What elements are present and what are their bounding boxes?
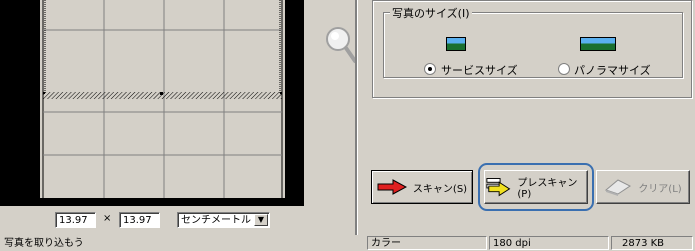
status-color-mode: カラー <box>367 236 487 250</box>
unit-select-value: センチメートル <box>181 215 251 226</box>
service-size-thumb-icon <box>446 37 466 51</box>
magnifier-icon[interactable] <box>323 24 357 64</box>
prescan-button[interactable]: プレスキャン(P) <box>484 170 588 204</box>
radio-service-size-label[interactable]: サービスサイズ <box>441 62 518 78</box>
panorama-size-thumb-icon <box>580 37 616 51</box>
preview-grid <box>40 0 285 198</box>
splitter <box>355 0 358 235</box>
status-resolution: 180 dpi <box>489 236 609 250</box>
width-field[interactable]: 13.97 <box>55 212 96 228</box>
eraser-icon <box>605 179 632 196</box>
height-field[interactable]: 13.97 <box>119 212 160 228</box>
clear-button[interactable]: クリア(L) <box>596 170 690 204</box>
clear-button-label: クリア(L) <box>638 183 682 195</box>
unit-select[interactable]: センチメートル ▼ <box>177 212 270 228</box>
chevron-down-icon[interactable]: ▼ <box>254 214 268 226</box>
status-file-size: 2873 KB <box>611 236 693 250</box>
scan-button-label: スキャン(S) <box>412 183 468 195</box>
times-sign: × <box>103 213 112 224</box>
radio-panorama-size[interactable] <box>558 63 570 75</box>
radio-panorama-size-label[interactable]: パノラマサイズ <box>574 62 651 78</box>
photo-size-legend: 写真のサイズ(I) <box>390 5 472 21</box>
prescan-button-label: プレスキャン(P) <box>517 178 578 200</box>
status-message: 写真を取り込もう <box>0 236 366 250</box>
scan-button[interactable]: スキャン(S) <box>371 170 473 204</box>
preview-canvas[interactable] <box>40 0 285 198</box>
radio-service-size[interactable] <box>424 63 436 75</box>
yellow-arrow-icon <box>486 178 511 197</box>
red-arrow-icon <box>377 179 407 195</box>
